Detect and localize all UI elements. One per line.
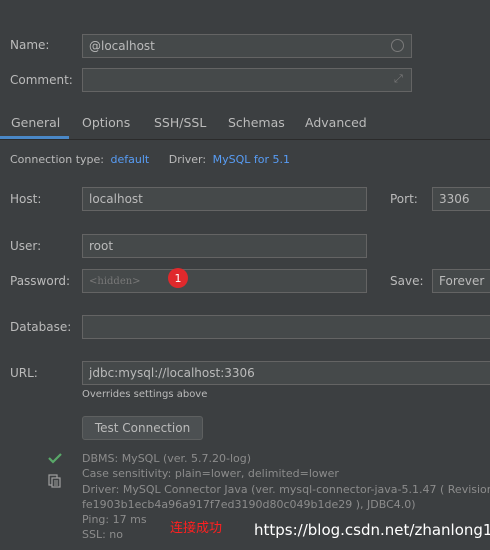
tab-schemas[interactable]: Schemas: [228, 115, 285, 130]
watermark: https://blog.csdn.net/zhanlong11: [254, 521, 490, 539]
result-driver: Driver: MySQL Connector Java (ver. mysql…: [82, 483, 490, 496]
url-hint: Overrides settings above: [82, 389, 208, 400]
expand-icon[interactable]: ⤢: [394, 72, 403, 86]
result-case-sensitivity: Case sensitivity: plain=lower, delimited…: [82, 467, 339, 480]
name-label: Name:: [10, 38, 50, 52]
copy-icon[interactable]: [48, 474, 62, 491]
save-select[interactable]: Forever: [432, 269, 490, 293]
success-annotation: 连接成功: [170, 521, 223, 536]
result-ping: Ping: 17 ms: [82, 513, 147, 526]
tab-options[interactable]: Options: [82, 115, 130, 130]
test-connection-label: Test Connection: [94, 421, 191, 435]
host-input[interactable]: localhost: [82, 187, 367, 211]
database-input[interactable]: [82, 315, 490, 339]
port-value: 3306: [439, 192, 470, 206]
host-value: localhost: [89, 192, 143, 206]
result-dbms: DBMS: MySQL (ver. 5.7.20-log): [82, 452, 252, 465]
result-revision: fe1903b1ecb4a96a917f7ed3190d80c049b1de29…: [82, 498, 416, 511]
connection-type-link[interactable]: default: [111, 153, 150, 166]
host-label: Host:: [10, 192, 42, 206]
url-input[interactable]: jdbc:mysql://localhost:3306: [82, 361, 490, 385]
database-label: Database:: [10, 320, 72, 334]
password-placeholder: <hidden>: [89, 275, 141, 287]
user-value: root: [89, 239, 114, 253]
password-label: Password:: [10, 274, 71, 288]
driver-link[interactable]: MySQL for 5.1: [213, 153, 290, 166]
user-label: User:: [10, 239, 42, 253]
save-value: Forever: [439, 274, 485, 288]
user-input[interactable]: root: [82, 234, 367, 258]
connection-type-label: Connection type:: [10, 153, 105, 166]
name-input[interactable]: @localhost: [82, 34, 412, 58]
connection-type-row: Connection type: default Driver: MySQL f…: [10, 153, 290, 166]
url-value: jdbc:mysql://localhost:3306: [89, 366, 255, 380]
port-label: Port:: [390, 192, 418, 206]
comment-label: Comment:: [10, 73, 73, 87]
success-check-icon: [48, 452, 62, 467]
tab-general[interactable]: General: [11, 115, 60, 130]
tab-advanced[interactable]: Advanced: [305, 115, 367, 130]
comment-input[interactable]: [82, 68, 412, 92]
port-input[interactable]: 3306: [432, 187, 490, 211]
tab-ssh-ssl[interactable]: SSH/SSL: [154, 115, 206, 130]
password-input[interactable]: <hidden>: [82, 269, 367, 293]
result-ssl: SSL: no: [82, 528, 123, 541]
tab-divider: [0, 139, 490, 140]
save-label: Save:: [390, 274, 424, 288]
name-value: @localhost: [89, 39, 155, 53]
driver-label: Driver:: [168, 153, 207, 166]
badge-marker: 1: [168, 268, 188, 288]
color-circle-icon[interactable]: [391, 39, 404, 52]
url-label: URL:: [10, 366, 38, 380]
test-connection-button[interactable]: Test Connection: [82, 416, 203, 440]
